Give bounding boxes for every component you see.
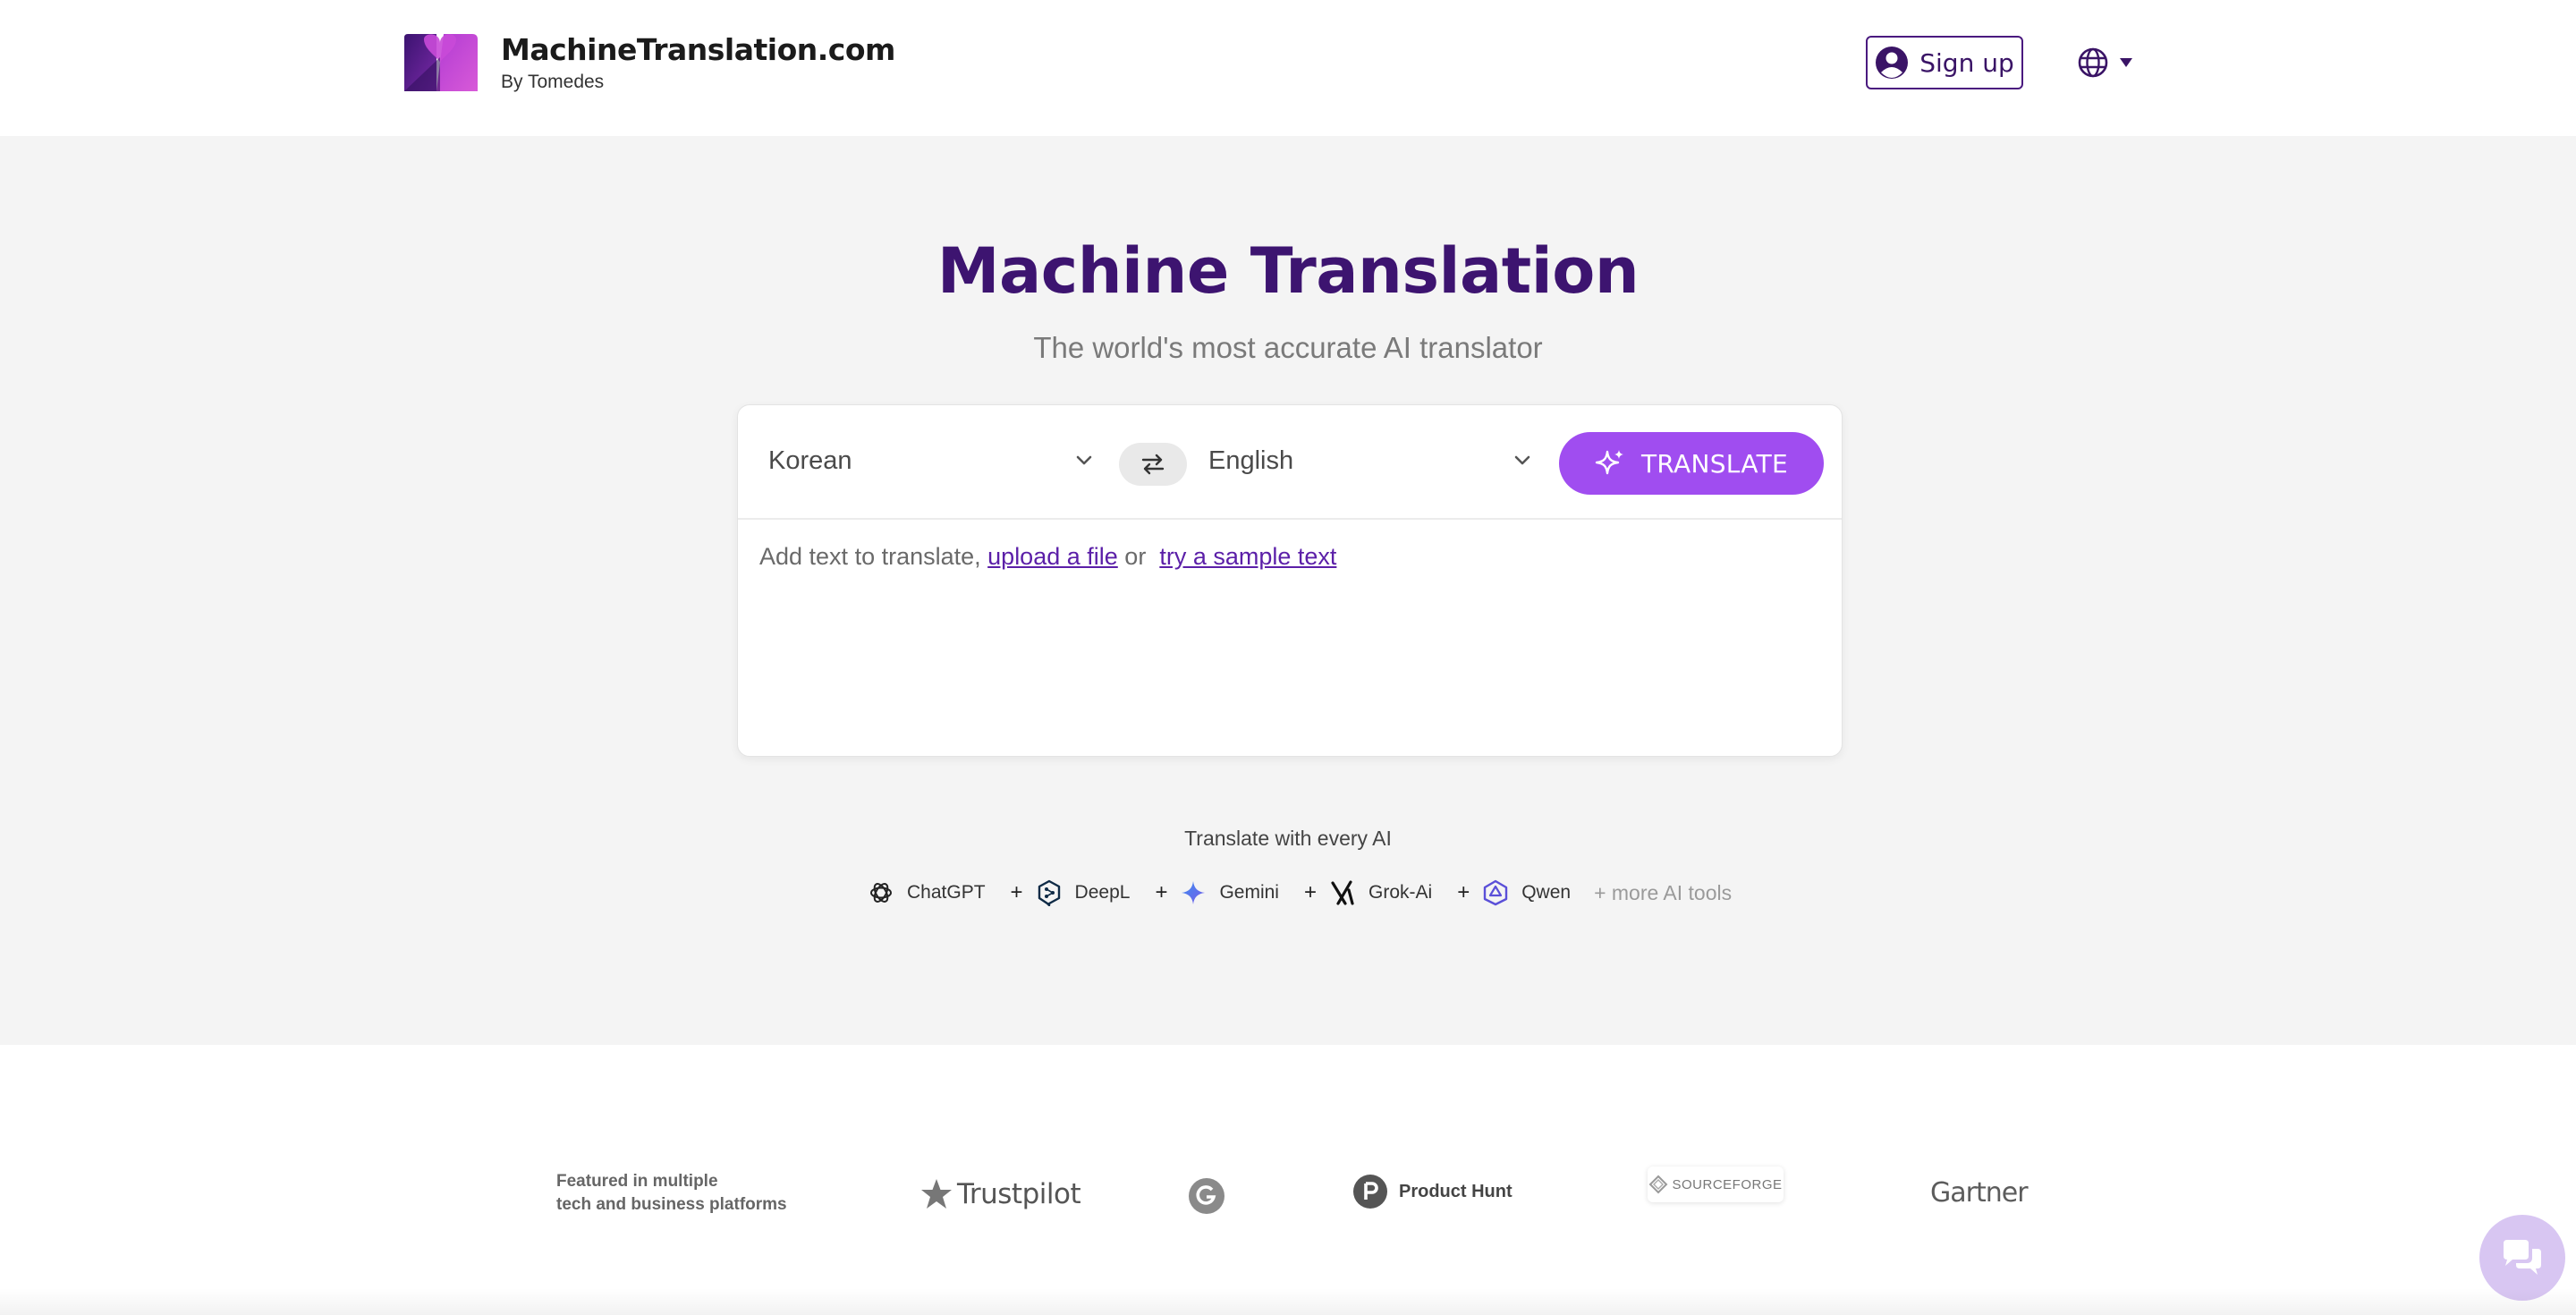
more-ai-tools-link[interactable]: + more AI tools	[1594, 881, 1732, 905]
trustpilot-wordmark: Trustpilot	[957, 1178, 1081, 1210]
grok-icon	[1331, 880, 1354, 905]
brand-title: MachineTranslation.com	[501, 32, 895, 67]
featured-caption-line: tech and business platforms	[556, 1195, 787, 1214]
sign-up-button[interactable]: Sign up	[1866, 36, 2023, 89]
g2-icon	[1189, 1178, 1224, 1214]
ai-tool-deepl[interactable]: DeepL	[1036, 879, 1131, 906]
plus-separator: +	[1303, 880, 1317, 904]
translate-button[interactable]: TRANSLATE	[1559, 432, 1824, 495]
ai-tools-list: ChatGPT + DeepL + Gemini + Grok-Ai + Qwe…	[868, 875, 1732, 911]
gemini-icon	[1182, 881, 1206, 904]
sourceforge-wordmark: SOURCEFORGE	[1672, 1176, 1783, 1192]
trustpilot-logo[interactable]: Trustpilot	[919, 1177, 1081, 1211]
product-hunt-icon	[1353, 1175, 1387, 1209]
sign-up-label: Sign up	[1919, 47, 2014, 78]
hero-section: Machine Translation The world's most acc…	[0, 136, 2576, 1045]
star-icon	[921, 1179, 952, 1209]
swap-languages-button[interactable]	[1119, 443, 1187, 486]
source-language-select[interactable]: Korean	[768, 432, 1094, 489]
upload-file-link[interactable]: upload a file	[987, 543, 1118, 570]
ai-tool-grok[interactable]: Grok-Ai	[1329, 879, 1432, 906]
plus-separator: +	[1010, 880, 1023, 904]
page-title: Machine Translation	[936, 234, 1640, 308]
sparkle-icon	[1595, 450, 1623, 475]
featured-caption: Featured in multiple tech and business p…	[556, 1170, 787, 1217]
user-circle-icon	[1876, 47, 1909, 79]
sample-text-link[interactable]: try a sample text	[1159, 543, 1336, 570]
target-language-value: English	[1208, 445, 1294, 475]
product-hunt-logo[interactable]: Product Hunt	[1352, 1174, 1513, 1209]
product-hunt-wordmark: Product Hunt	[1399, 1181, 1513, 1201]
featured-platforms-strip: Featured in multiple tech and business p…	[0, 1045, 2576, 1315]
input-prompt-text: Add text to translate,	[759, 543, 981, 570]
chevron-down-icon	[1514, 455, 1530, 465]
or-text: or	[1124, 543, 1147, 570]
swap-arrows-icon	[1141, 454, 1165, 475]
plus-separator: +	[1457, 880, 1470, 904]
sourceforge-icon	[1649, 1175, 1668, 1194]
translator-toolbar: Korean English TRANSLATE	[738, 405, 1842, 520]
gartner-wordmark: Gartner	[1930, 1177, 2029, 1209]
featured-caption-line: Featured in multiple	[556, 1172, 718, 1191]
brand-logo-link[interactable]: MachineTranslation.com By Tomedes	[401, 32, 895, 93]
gartner-logo[interactable]: Gartner	[1930, 1177, 2029, 1209]
g2-logo[interactable]	[1188, 1177, 1225, 1215]
page-bottom-shadow	[0, 1288, 2576, 1315]
ai-tool-label: DeepL	[1074, 882, 1131, 903]
source-text-input[interactable]: Add text to translate, upload a file or …	[759, 543, 1336, 571]
target-language-select[interactable]: English	[1208, 432, 1532, 489]
ai-tools-heading: Translate with every AI	[1184, 827, 1392, 850]
ai-tool-gemini[interactable]: Gemini	[1180, 879, 1279, 906]
source-language-value: Korean	[768, 445, 852, 475]
ai-tool-label: Gemini	[1219, 882, 1279, 903]
translator-card: Korean English TRANSLATE Add text to tra…	[737, 404, 1843, 757]
ai-tool-label: ChatGPT	[907, 882, 986, 903]
ai-tool-qwen[interactable]: Qwen	[1482, 879, 1571, 906]
ai-tool-chatgpt[interactable]: ChatGPT	[868, 879, 986, 906]
brand-subtitle: By Tomedes	[501, 72, 605, 92]
sourceforge-logo[interactable]: SOURCEFORGE	[1648, 1167, 1784, 1202]
globe-icon	[2078, 47, 2108, 78]
deepl-icon	[1038, 879, 1060, 906]
site-header: MachineTranslation.com By Tomedes Sign u…	[0, 0, 2576, 134]
translate-label: TRANSLATE	[1640, 448, 1788, 479]
chevron-down-icon	[1076, 455, 1092, 465]
chat-bubbles-icon	[2504, 1240, 2541, 1275]
plus-separator: +	[1155, 880, 1168, 904]
qwen-icon	[1484, 879, 1508, 906]
ai-tool-label: Grok-Ai	[1368, 882, 1433, 903]
page-subtitle: The world's most accurate AI translator	[1033, 331, 1543, 364]
caret-down-icon	[2120, 58, 2132, 67]
language-switcher[interactable]	[2077, 43, 2132, 82]
chatgpt-icon	[870, 883, 892, 903]
ai-tool-label: Qwen	[1521, 882, 1572, 903]
brand-logo-icon	[404, 34, 478, 91]
